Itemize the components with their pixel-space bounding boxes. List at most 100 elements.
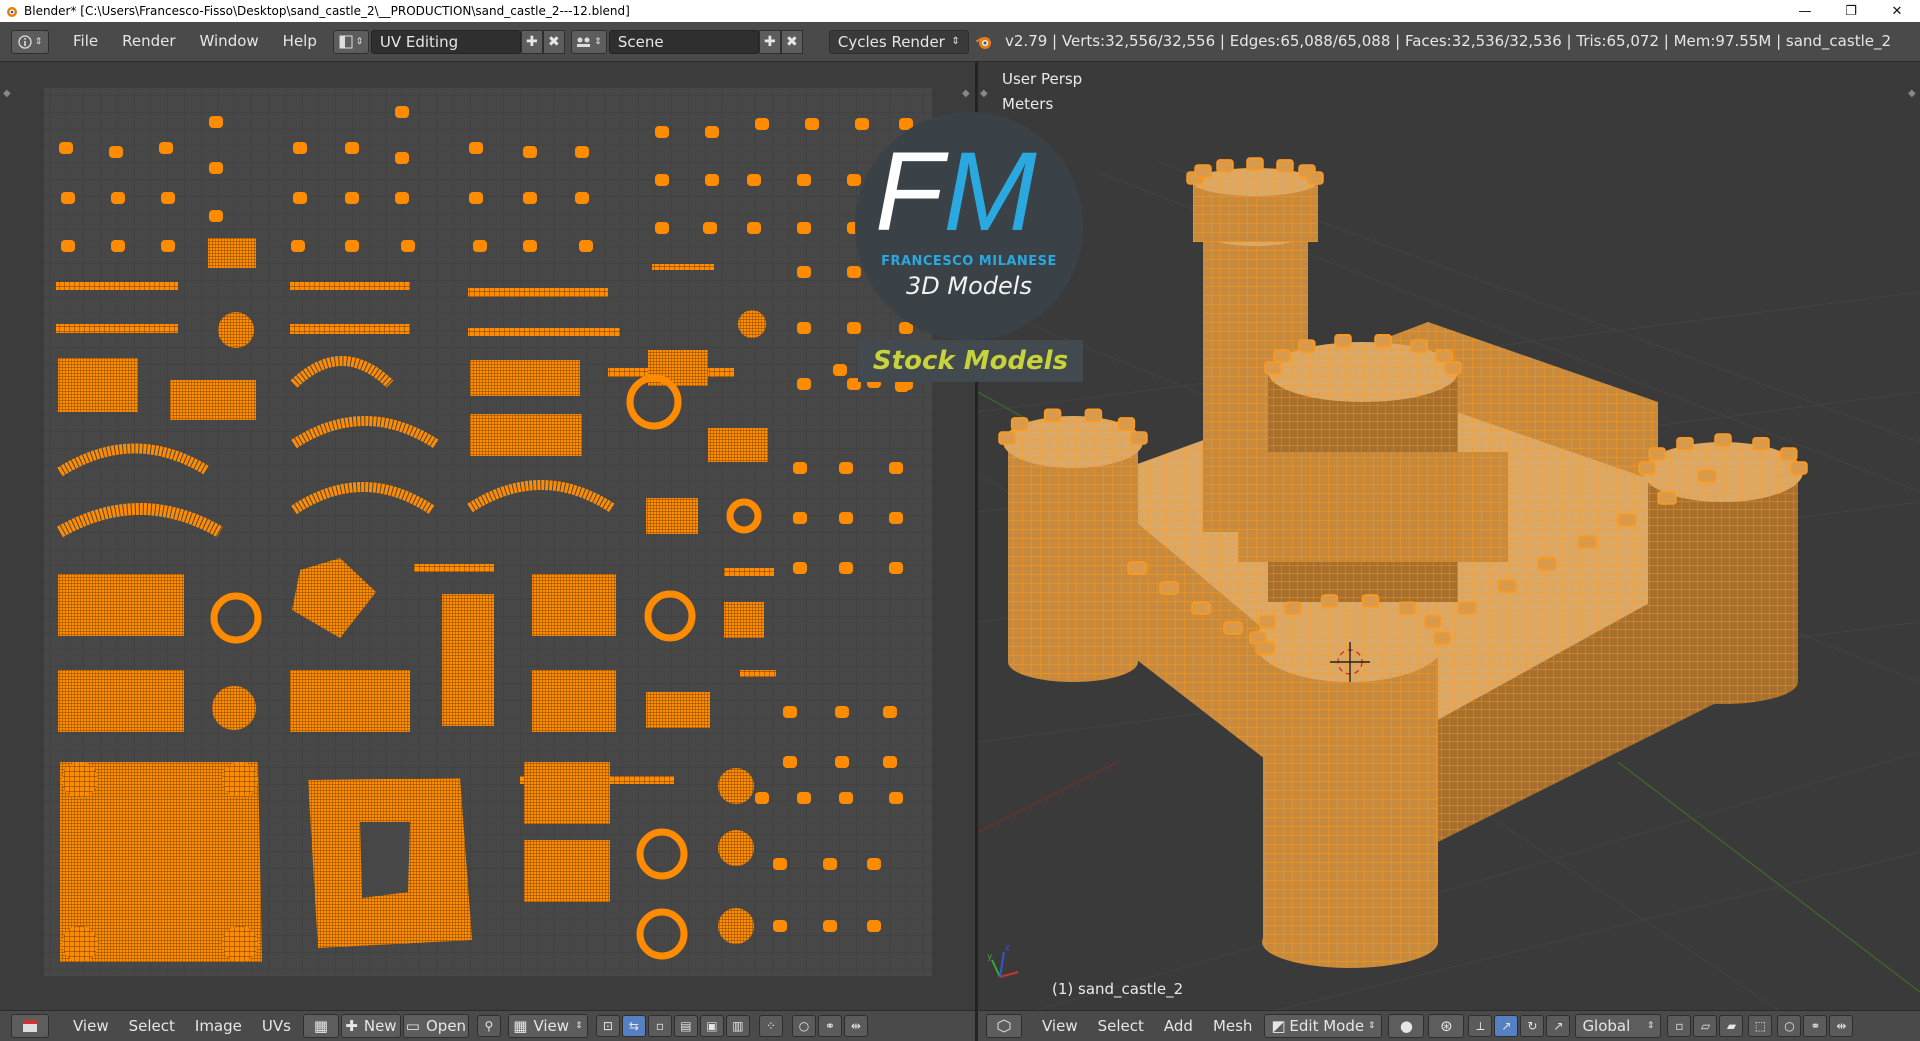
uv-island <box>345 240 359 252</box>
uv-menu-uvs[interactable]: UVs <box>252 1017 301 1035</box>
screen-layout-selector-button[interactable]: ⇕ <box>332 29 369 54</box>
uv-island <box>209 116 223 128</box>
logo-stock-text: Stock Models <box>872 346 1069 376</box>
uv-island <box>61 192 75 204</box>
sync-selection-icon[interactable]: ⇆ <box>621 1015 646 1037</box>
sticky-mode-icon[interactable]: ⁘ <box>758 1015 783 1037</box>
proportional-edit-icon[interactable]: ○ <box>791 1015 816 1037</box>
viewport-canvas[interactable]: z y <box>978 62 1920 1010</box>
uv-menu-view[interactable]: View <box>63 1017 119 1035</box>
new-image-button[interactable]: ✚ New <box>340 1014 401 1038</box>
menu-window[interactable]: Window <box>188 22 271 61</box>
screen-layout-field[interactable]: UV Editing <box>370 29 521 54</box>
crenel <box>1306 171 1324 185</box>
crenel <box>1320 594 1339 608</box>
uv-island <box>218 312 254 348</box>
edge-select-icon[interactable]: ▤ <box>673 1015 698 1037</box>
snap-element-icon[interactable]: ⇹ <box>1829 1015 1854 1037</box>
window-controls: — ❐ ✕ <box>1782 0 1920 22</box>
plus-icon: ✚ <box>526 33 538 50</box>
island-select-icon[interactable]: ▥ <box>725 1015 750 1037</box>
snap-icon[interactable]: ⚭ <box>817 1015 842 1037</box>
scene-selector-button[interactable]: ⇕ <box>570 29 607 54</box>
uv-menu-image[interactable]: Image <box>185 1017 252 1035</box>
maximize-button[interactable]: ❐ <box>1828 0 1874 22</box>
face-select-mode-icon[interactable]: ▰ <box>1719 1015 1744 1037</box>
add-scene-button[interactable]: ✚ <box>758 29 781 54</box>
uv-image-editor[interactable]: ◆ ◆ <box>0 62 975 1010</box>
mode-dropdown[interactable]: ◩ Edit Mode ⇕ <box>1264 1014 1383 1038</box>
edge-select-mode-icon[interactable]: ▱ <box>1693 1015 1718 1037</box>
scene-field[interactable]: Scene <box>608 29 759 54</box>
shading-dropdown[interactable]: ● <box>1388 1014 1425 1038</box>
menu-file[interactable]: File <box>61 22 110 61</box>
pin-icon[interactable]: ⚲ <box>476 1015 501 1037</box>
editor-type-info-button[interactable]: ⇕ <box>11 29 49 54</box>
logo-stock-banner: Stock Models <box>858 340 1083 382</box>
open-image-label: Open <box>425 1017 467 1035</box>
edit-mode-icon: ◩ <box>1271 1017 1286 1035</box>
uv-island <box>823 920 837 932</box>
window-title: Blender* [C:\Users\Francesco-Fisso\Deskt… <box>24 4 630 18</box>
uv-island <box>646 692 710 728</box>
orientation-dropdown[interactable]: Global ⇕ <box>1575 1014 1662 1038</box>
uv-island <box>705 126 719 138</box>
translate-manipulator-icon[interactable]: ↗ <box>1494 1015 1519 1037</box>
uv-island <box>523 240 537 252</box>
uv-island <box>855 118 869 130</box>
render-engine-dropdown[interactable]: Cycles Render ⇕ <box>828 29 969 54</box>
new-image-label: New <box>363 1017 397 1035</box>
view3d-menu-add[interactable]: Add <box>1154 1017 1203 1035</box>
rotate-manipulator-icon[interactable]: ↻ <box>1520 1015 1545 1037</box>
uv-layout-canvas[interactable] <box>0 62 975 1010</box>
pivot-point-dropdown[interactable]: ⊛ <box>1428 1014 1465 1038</box>
sand-castle-mesh[interactable] <box>998 157 1808 968</box>
uv-island <box>839 462 853 474</box>
open-image-button[interactable]: ▭ Open <box>402 1014 469 1038</box>
scale-manipulator-icon[interactable]: ↗ <box>1546 1015 1571 1037</box>
snap-target-icon[interactable]: ⇹ <box>843 1015 868 1037</box>
crenel <box>1159 581 1179 595</box>
vertex-select-mode-icon[interactable]: ▫ <box>1667 1015 1692 1037</box>
3d-viewport[interactable]: ◆ ◆ z y User Persp Meters (1) sand_castl… <box>978 62 1920 1010</box>
uv-island <box>62 762 98 798</box>
crenel <box>1258 614 1276 629</box>
manipulator-toggle-icon[interactable]: ⟂ <box>1468 1015 1493 1037</box>
browse-image-button[interactable]: ▦ <box>302 1014 339 1038</box>
uv-island <box>401 240 415 252</box>
uv-island <box>56 282 178 290</box>
view3d-menu-mesh[interactable]: Mesh <box>1203 1017 1263 1035</box>
image-editor-icon <box>23 1020 37 1032</box>
view-mode-dropdown[interactable]: ▦ View ⇕ <box>507 1014 588 1038</box>
active-object-label: (1) sand_castle_2 <box>1052 980 1184 998</box>
delete-scene-button[interactable]: ✖ <box>780 29 803 54</box>
menu-help[interactable]: Help <box>271 22 329 61</box>
pivot-icon[interactable]: ⊡ <box>595 1015 620 1037</box>
delete-screen-button[interactable]: ✖ <box>542 29 565 54</box>
minimize-button[interactable]: — <box>1782 0 1828 22</box>
add-screen-button[interactable]: ✚ <box>520 29 543 54</box>
editor-type-button[interactable] <box>986 1014 1022 1038</box>
uv-island <box>867 858 881 870</box>
uv-island <box>738 310 766 338</box>
occlude-geometry-icon[interactable]: ⬚ <box>1748 1015 1773 1037</box>
menu-render[interactable]: Render <box>110 22 187 61</box>
uv-menu-select[interactable]: Select <box>119 1017 185 1035</box>
snap-toggle-icon[interactable]: ⚭ <box>1803 1015 1828 1037</box>
view3d-menu-select[interactable]: Select <box>1088 1017 1154 1035</box>
crenel <box>1435 349 1453 363</box>
view3d-menu-view[interactable]: View <box>1032 1017 1088 1035</box>
uv-island <box>655 222 669 234</box>
crenel <box>1790 461 1808 475</box>
uv-island <box>290 670 410 732</box>
uv-island <box>793 462 807 474</box>
uv-island <box>170 380 256 420</box>
vertex-select-icon[interactable]: ▫ <box>647 1015 672 1037</box>
uv-island <box>835 706 849 718</box>
face-select-icon[interactable]: ▣ <box>699 1015 724 1037</box>
uv-island <box>111 192 125 204</box>
crenel <box>1276 159 1294 173</box>
editor-type-button[interactable] <box>11 1014 49 1038</box>
proportional-editing-icon[interactable]: ○ <box>1777 1015 1802 1037</box>
close-button[interactable]: ✕ <box>1874 0 1920 22</box>
